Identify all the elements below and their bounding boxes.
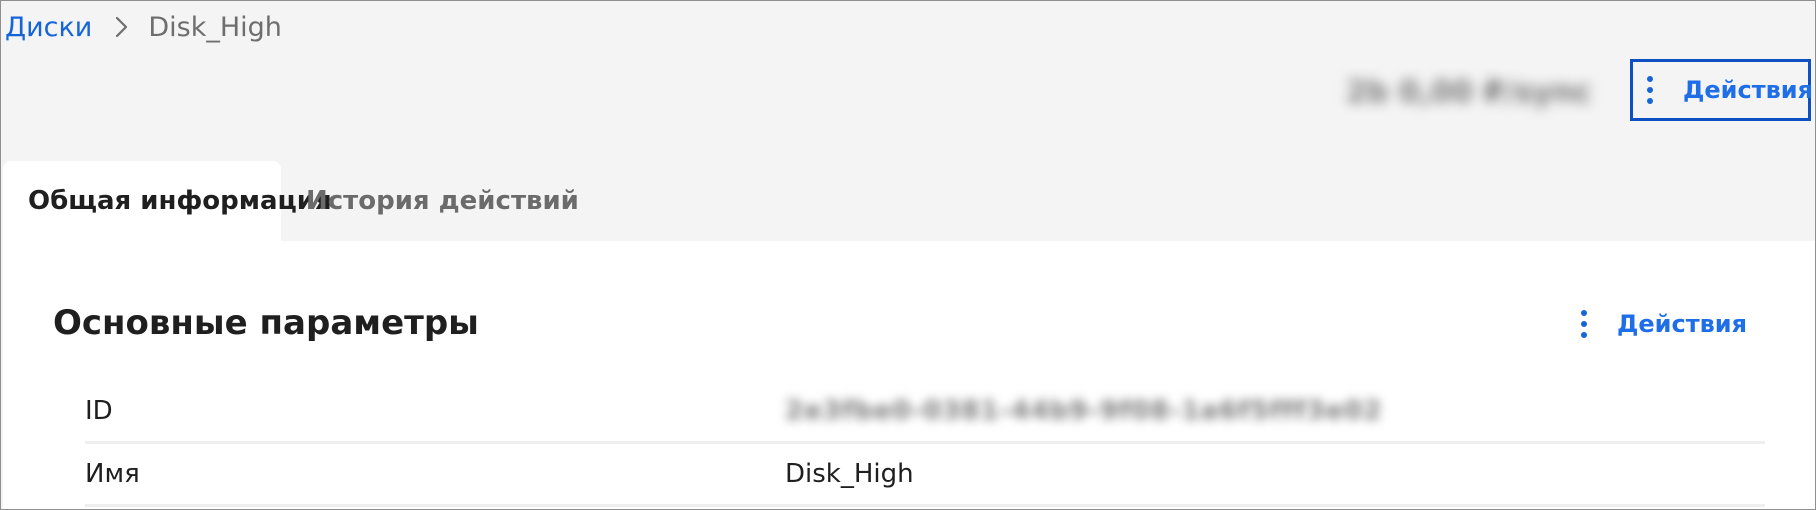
- blurred-cost-info: 2b 0,00 ₽/sync: [1346, 69, 1592, 115]
- breadcrumb-current: Disk_High: [148, 11, 282, 43]
- actions-button-header[interactable]: Действия: [1630, 59, 1814, 121]
- chevron-right-icon: [114, 15, 130, 39]
- breadcrumb: Диски Disk_High: [5, 9, 282, 45]
- tab-general-info[interactable]: Общая информация: [3, 161, 332, 241]
- param-row-name: Имя Disk_High: [85, 444, 1765, 507]
- tab-action-history[interactable]: История действий: [281, 161, 604, 241]
- tab-panel-general-info: Основные параметры Действия ID 2e3fbe0-0…: [3, 241, 1815, 509]
- blurred-cost-text: 2b 0,00 ₽/sync: [1346, 74, 1592, 110]
- kebab-menu-icon: [1581, 310, 1587, 338]
- breadcrumb-link-disks[interactable]: Диски: [5, 12, 92, 43]
- kebab-menu-icon: [1647, 76, 1653, 104]
- actions-button-label: Действия: [1617, 310, 1748, 338]
- page-frame: Диски Disk_High 2b 0,00 ₽/sync Действия …: [0, 0, 1816, 510]
- actions-button-label: Действия: [1683, 76, 1814, 104]
- param-row-id: ID 2e3fbe0-0381-44b9-9f08-1a6f5fff3e02: [85, 381, 1765, 444]
- tab-bar: Общая информация История действий: [3, 161, 604, 241]
- section-title: Основные параметры: [53, 303, 479, 343]
- actions-button-section[interactable]: Действия: [1581, 307, 1747, 341]
- param-label: ID: [85, 396, 113, 426]
- tab-label: История действий: [306, 186, 579, 216]
- param-label: Имя: [85, 459, 140, 489]
- param-value-name: Disk_High: [785, 459, 914, 489]
- params-table: ID 2e3fbe0-0381-44b9-9f08-1a6f5fff3e02 И…: [85, 381, 1765, 507]
- param-value-id: 2e3fbe0-0381-44b9-9f08-1a6f5fff3e02: [785, 396, 1383, 426]
